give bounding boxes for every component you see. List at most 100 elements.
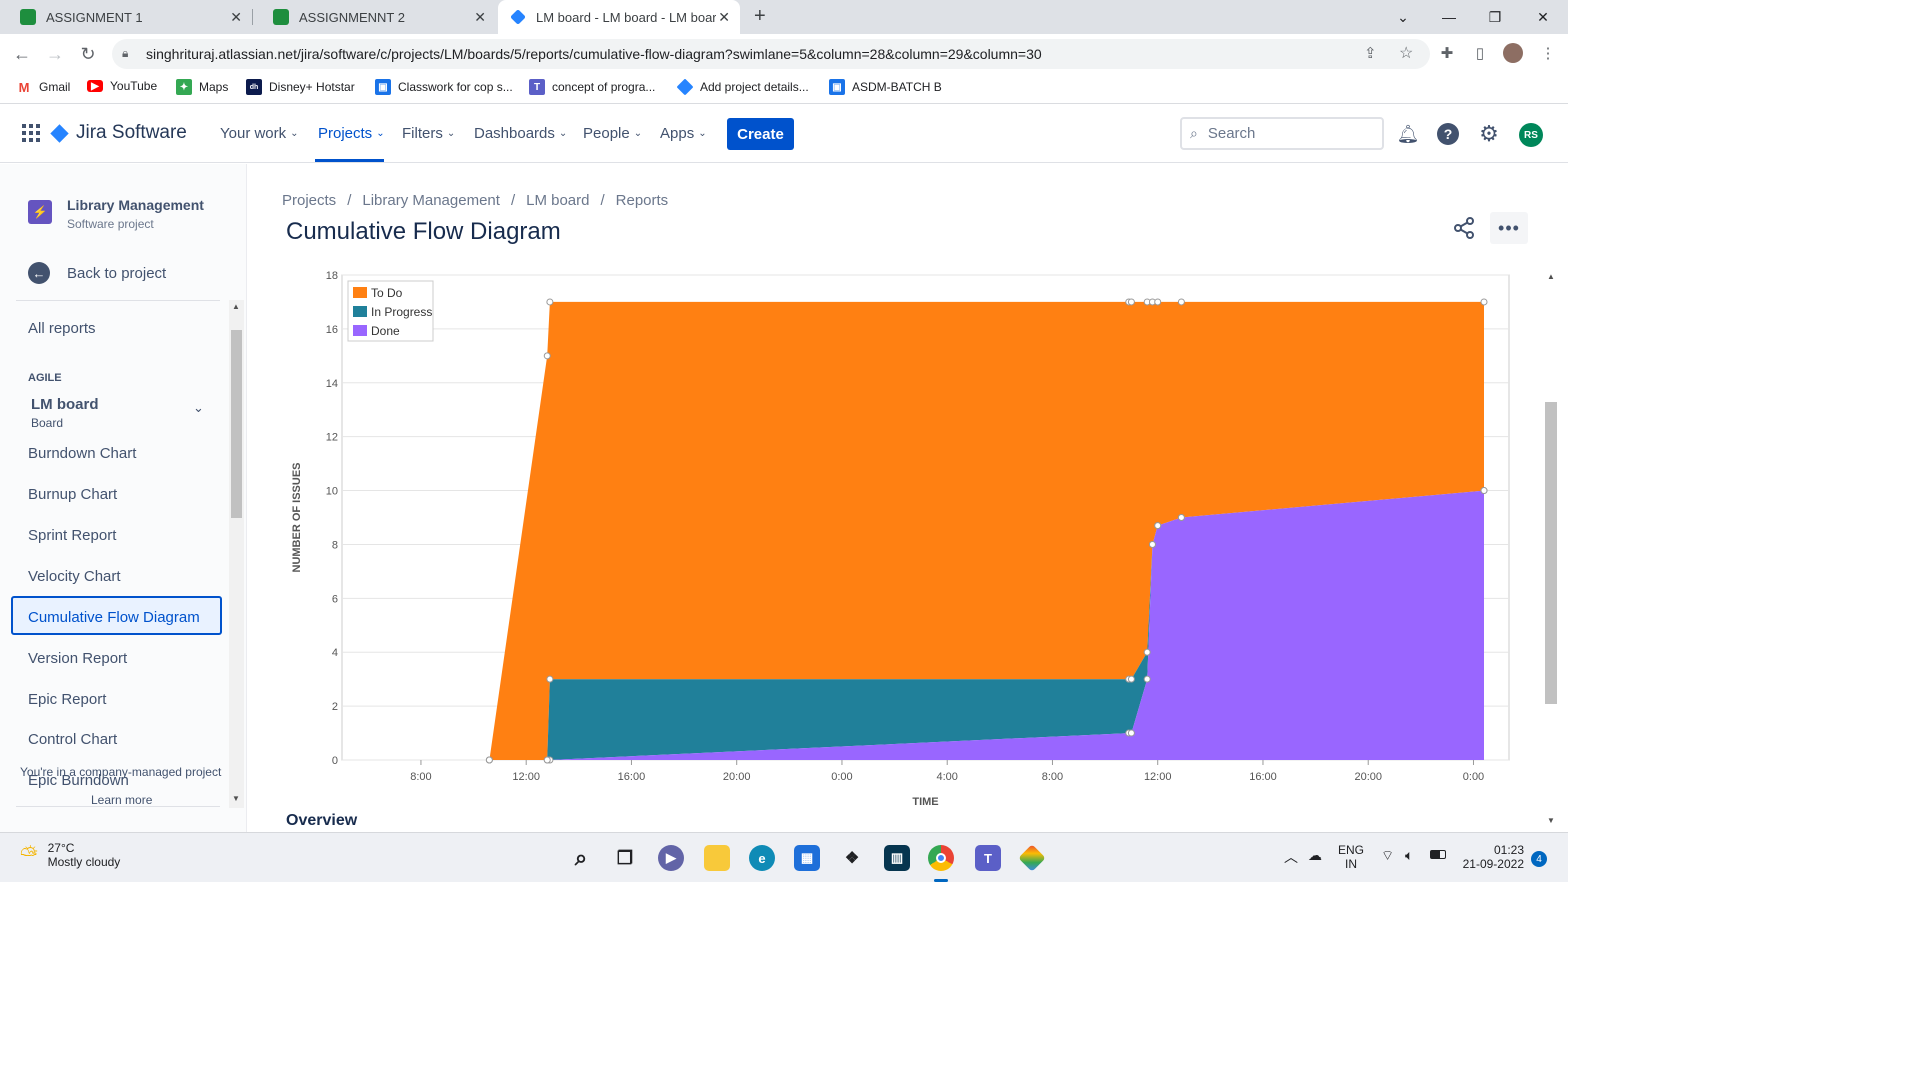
tab-search-icon[interactable]: ⌄ [1380, 0, 1426, 34]
browser-tab-assignment-1[interactable]: ASSIGNMENT 1 ✕ [0, 0, 252, 34]
scroll-down-arrow-icon[interactable]: ▼ [1547, 816, 1555, 825]
x-tick-label: 0:00 [831, 771, 852, 783]
microsoft-store-icon[interactable]: ▦ [794, 845, 820, 871]
jira-icon [510, 9, 526, 25]
scroll-up-arrow-icon[interactable]: ▲ [1547, 272, 1555, 281]
search-input[interactable]: ⌕ Search [1180, 117, 1384, 150]
minimize-button[interactable]: — [1426, 0, 1472, 34]
sidebar-item-burnup-chart[interactable]: Burnup Chart [28, 486, 117, 503]
volume-icon[interactable]: 🔈︎ [1405, 847, 1413, 864]
edge-icon[interactable]: e [749, 845, 775, 871]
legend-label: Done [371, 324, 400, 338]
nav-apps[interactable]: Apps ⌄ [660, 125, 707, 142]
help-icon[interactable]: ? [1436, 122, 1460, 146]
chevron-down-icon: ⌄ [446, 128, 456, 139]
scroll-down-arrow-icon[interactable]: ▼ [232, 794, 240, 803]
scroll-up-arrow-icon[interactable]: ▲ [232, 302, 240, 311]
project-avatar[interactable]: ⚡ [28, 200, 52, 224]
lock-icon[interactable]: 🔒︎ [122, 46, 128, 61]
bookmark-gmail[interactable]: M Gmail [16, 79, 71, 95]
gmail-icon: M [18, 79, 30, 95]
share-icon[interactable]: ⇪ [1364, 44, 1377, 62]
partly-cloudy-icon: ⛅︎ [20, 842, 38, 867]
close-tab-icon[interactable]: ✕ [718, 9, 730, 26]
page-scrollbar[interactable]: ▲ ▼ [1544, 268, 1560, 832]
bookmark-asdm[interactable]: ▣ ASDM-BATCH B [829, 79, 942, 95]
wifi-icon[interactable]: ⌔ [1381, 847, 1394, 865]
app-switcher-icon[interactable] [22, 124, 40, 142]
y-tick-label: 16 [326, 324, 338, 336]
y-tick-label: 18 [326, 270, 338, 282]
back-arrow-icon[interactable]: ← [10, 42, 34, 66]
sidebar-item-cumulative-flow-diagram[interactable]: Cumulative Flow Diagram [28, 609, 200, 626]
dropbox-icon[interactable]: ❖ [839, 845, 865, 871]
bookmark-youtube[interactable]: ▶ YouTube [87, 79, 157, 93]
bookmark-maps[interactable]: ✦ Maps [176, 79, 228, 95]
browser-tab-lm-board[interactable]: LM board - LM board - LM board ✕ [498, 0, 740, 34]
board-selector[interactable]: LM board Board ⌄ [31, 396, 211, 430]
app-icon[interactable] [1018, 844, 1046, 872]
scrollbar-thumb[interactable] [231, 330, 242, 518]
chrome-icon[interactable] [928, 845, 954, 871]
settings-gear-icon[interactable]: ⚙ [1477, 121, 1501, 146]
jira-logo[interactable]: Jira Software [50, 122, 187, 144]
teams-chat-icon[interactable]: ▶ [658, 845, 684, 871]
show-hidden-icons[interactable]: ︿ [1284, 847, 1298, 867]
company-managed-note: You're in a company-managed project [20, 765, 222, 779]
sidebar-item-sprint-report[interactable]: Sprint Report [28, 527, 116, 544]
data-point-in-progress [1154, 522, 1162, 530]
new-tab-button[interactable]: + [754, 5, 766, 28]
close-tab-icon[interactable]: ✕ [474, 9, 486, 26]
app-icon[interactable]: ▥ [884, 845, 910, 871]
onedrive-icon[interactable]: ☁︎ [1308, 847, 1322, 864]
windows-start-icon[interactable] [524, 845, 550, 871]
sidebar-item-control-chart[interactable]: Control Chart [28, 731, 117, 748]
nav-people[interactable]: People ⌄ [583, 125, 642, 142]
project-name[interactable]: Library Management [67, 197, 204, 213]
task-view-icon[interactable]: ❐ [612, 845, 638, 871]
file-explorer-icon[interactable] [704, 845, 730, 871]
teams-icon[interactable]: T [975, 845, 1001, 871]
language-indicator[interactable]: ENG IN [1338, 843, 1364, 871]
sidebar-item-burndown-chart[interactable]: Burndown Chart [28, 445, 136, 462]
sidebar-item-version-report[interactable]: Version Report [28, 650, 127, 667]
notification-badge[interactable]: 4 [1531, 851, 1547, 867]
nav-projects[interactable]: Projects ⌄ [318, 125, 385, 142]
bookmark-classwork[interactable]: ▣ Classwork for cop s... [375, 79, 513, 95]
back-to-project-link[interactable]: ← Back to project [28, 262, 166, 284]
classroom-icon [273, 9, 289, 25]
url-text[interactable]: singhrituraj.atlassian.net/jira/software… [146, 46, 1042, 62]
sidebar-item-all-reports[interactable]: All reports [28, 320, 96, 337]
bookmark-add-project[interactable]: Add project details... [676, 78, 809, 96]
window-close-button[interactable]: ✕ [1520, 0, 1566, 34]
forward-arrow-icon[interactable]: → [43, 42, 67, 66]
search-icon[interactable]: ⌕ [568, 845, 594, 871]
user-avatar[interactable]: RS [1519, 123, 1543, 147]
side-panel-icon[interactable]: ▯ [1470, 43, 1490, 63]
sidebar-item-velocity-chart[interactable]: Velocity Chart [28, 568, 121, 585]
url-bar[interactable]: 🔒︎ singhrituraj.atlassian.net/jira/softw… [112, 39, 1430, 69]
maximize-button[interactable]: ❐ [1472, 0, 1518, 34]
reload-icon[interactable]: ↻ [76, 42, 100, 66]
scrollbar-thumb[interactable] [1545, 402, 1557, 704]
bookmark-hotstar[interactable]: dh Disney+ Hotstar [246, 79, 355, 95]
nav-your-work[interactable]: Your work ⌄ [220, 125, 299, 142]
battery-icon[interactable] [1430, 850, 1446, 859]
profile-avatar[interactable] [1503, 43, 1523, 63]
extensions-icon[interactable]: ✚ [1437, 43, 1457, 63]
close-tab-icon[interactable]: ✕ [230, 9, 242, 26]
bookmark-concept[interactable]: T concept of progra... [529, 79, 655, 95]
create-button[interactable]: Create [727, 118, 794, 150]
search-icon: ⌕ [1190, 125, 1198, 141]
chrome-menu-icon[interactable]: ⋮ [1538, 43, 1558, 63]
nav-filters[interactable]: Filters ⌄ [402, 125, 455, 142]
learn-more-link[interactable]: Learn more [91, 793, 152, 807]
notifications-icon[interactable]: 🔔︎ [1396, 122, 1420, 146]
bookmark-star-icon[interactable]: ☆ [1399, 43, 1413, 63]
weather-widget[interactable]: ⛅︎ 27°C Mostly cloudy [20, 841, 120, 869]
sidebar-item-epic-report[interactable]: Epic Report [28, 691, 106, 708]
nav-dashboards[interactable]: Dashboards ⌄ [474, 125, 567, 142]
clock[interactable]: 01:23 21-09-2022 [1460, 843, 1524, 871]
browser-tab-assignment-2[interactable]: ASSIGNMENNT 2 ✕ [253, 0, 496, 34]
sidebar-scrollbar[interactable]: ▲ ▼ [229, 300, 244, 808]
